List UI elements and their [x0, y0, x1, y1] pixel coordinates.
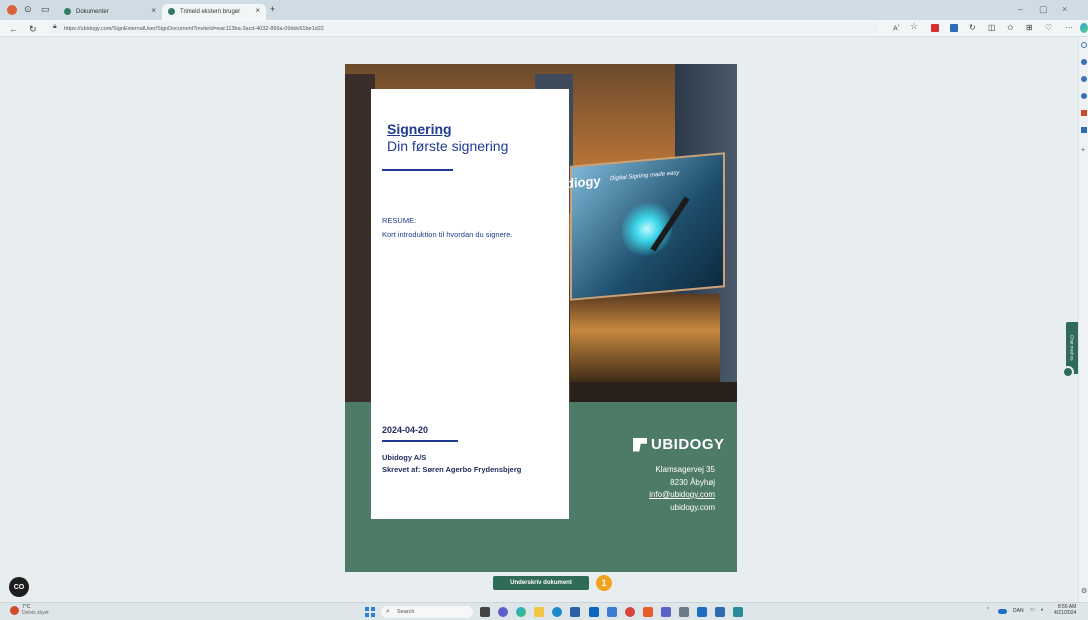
minimize-icon[interactable]: –	[1018, 1, 1023, 17]
app-icon-teal[interactable]	[733, 607, 743, 617]
sidebar-office-icon[interactable]	[1081, 110, 1087, 116]
collections-icon[interactable]: ⊞	[1026, 20, 1033, 36]
tab-label: Dokumenter	[76, 9, 109, 15]
weather-desc: Delvis skyet	[22, 610, 49, 616]
edge-beta-icon[interactable]	[552, 607, 562, 617]
app-icon-orange[interactable]	[643, 607, 653, 617]
read-aloud-icon[interactable]: A›	[893, 23, 900, 32]
file-explorer-icon[interactable]	[534, 607, 544, 617]
task-view-icon[interactable]	[480, 607, 490, 617]
chat-app-icon[interactable]	[498, 607, 508, 617]
weather-widget[interactable]: 7°C Delvis skyet	[10, 604, 49, 616]
edge-app-icon[interactable]	[516, 607, 526, 617]
browser-tab-bar: ⊙ ▭ Dokumenter × Trimeld ekstern bruger …	[0, 0, 1088, 20]
sidebar-games-icon[interactable]	[1081, 93, 1087, 99]
tab-dokumenter[interactable]: Dokumenter ×	[58, 4, 162, 20]
step-badge: 1	[596, 575, 612, 591]
favorite-star-icon[interactable]: ☆	[910, 21, 918, 32]
digital-signing-banner: diogy Digital Signing made easy	[566, 152, 725, 301]
doc-date: 2024-04-20	[382, 425, 429, 435]
banner-brand: diogy	[566, 173, 601, 192]
store-app-icon[interactable]	[570, 607, 580, 617]
website-text: ubidogy.com	[670, 503, 715, 512]
clock[interactable]: 8:55 AM 4/21/2024	[1054, 604, 1076, 616]
refresh-icon[interactable]: ↻	[29, 21, 37, 37]
linkedin-app-icon[interactable]	[589, 607, 599, 617]
browser-essentials-icon[interactable]: ♡	[1045, 20, 1052, 36]
tab-tilmeld[interactable]: Trimeld ekstern bruger ×	[162, 4, 266, 20]
mall-building	[570, 294, 720, 384]
title-divider	[382, 169, 453, 171]
resume-text: Kort introduktion til hvordan du signere…	[382, 230, 513, 239]
profile-avatar-icon[interactable]	[7, 5, 17, 15]
address-line-2: 8230 Åbyhøj	[670, 478, 715, 487]
refresh-extension-icon[interactable]: ↻	[969, 20, 976, 36]
lock-icon: 🔒︎	[53, 23, 57, 30]
edge-sidebar: + ⚙	[1078, 37, 1088, 602]
outlook-app-icon[interactable]	[697, 607, 707, 617]
doc-subtitle: Din første signering	[387, 138, 509, 154]
search-placeholder: Search	[397, 609, 415, 615]
clock-date: 4/21/2024	[1054, 610, 1077, 616]
app-icon-gray[interactable]	[679, 607, 689, 617]
taskbar-search[interactable]: ⌕ Search	[381, 606, 473, 618]
tab-favicon-icon	[64, 8, 71, 15]
tray-overflow-icon[interactable]: ⌃	[986, 607, 990, 613]
chat-bubble-icon[interactable]	[1062, 366, 1074, 378]
back-icon[interactable]: ←	[9, 21, 18, 37]
extension-red-icon[interactable]	[931, 24, 939, 32]
co-button[interactable]: CO	[9, 577, 29, 597]
cover-card: Signering Din første signering RESUME: K…	[371, 89, 569, 519]
document-preview: diogy Digital Signing made easy Signerin…	[345, 64, 737, 572]
display-icon[interactable]: ▭	[1030, 607, 1035, 613]
email-link[interactable]: info@ubidogy.com	[649, 490, 715, 499]
search-icon: ⌕	[386, 608, 390, 615]
sidebar-tools-icon[interactable]	[1081, 76, 1087, 82]
close-tab-icon[interactable]: ×	[255, 6, 260, 15]
split-screen-icon[interactable]: ◫	[988, 20, 996, 36]
date-divider	[382, 440, 458, 442]
sidebar-shopping-icon[interactable]	[1081, 59, 1087, 65]
opera-app-icon[interactable]	[625, 607, 635, 617]
street-light	[570, 382, 737, 402]
banner-tagline: Digital Signing made easy	[610, 170, 680, 183]
company-name: Ubidogy A/S	[382, 453, 427, 462]
sign-document-button[interactable]: Underskriv dokument	[493, 576, 589, 590]
sidebar-settings-icon[interactable]: ⚙	[1081, 587, 1087, 595]
brand-name: UBIDOGY	[651, 436, 725, 453]
language-indicator[interactable]: DAN	[1013, 608, 1024, 614]
workspaces-icon[interactable]: ⊙	[24, 1, 32, 17]
sidebar-outlook-icon[interactable]	[1081, 127, 1087, 133]
ubidogy-logo-icon	[633, 437, 647, 452]
todo-app-icon[interactable]	[607, 607, 617, 617]
start-icon[interactable]	[365, 607, 375, 617]
app-icon-blue[interactable]	[715, 607, 725, 617]
new-tab-button[interactable]: +	[270, 1, 275, 17]
favorites-icon[interactable]: ✩	[1007, 20, 1014, 36]
brand-logo: UBIDOGY	[633, 436, 725, 453]
onedrive-icon[interactable]	[998, 609, 1007, 614]
doc-author: Skrevet af: Søren Agerbo Frydensbjerg	[382, 465, 522, 474]
weather-icon	[10, 605, 19, 615]
windows-taskbar	[0, 602, 1088, 620]
doc-title: Signering	[387, 121, 452, 137]
tab-actions-icon[interactable]: ▭	[41, 1, 50, 17]
sidebar-search-icon[interactable]	[1081, 42, 1087, 48]
volume-icon[interactable]: 🔈︎	[1041, 607, 1044, 613]
sidebar-add-icon[interactable]: +	[1081, 147, 1085, 154]
url-text: https://ubidogy.com/SignExternalUser/Sig…	[64, 25, 324, 32]
close-tab-icon[interactable]: ×	[151, 6, 156, 15]
address-line-1: Klamsagervej 35	[655, 465, 715, 474]
resume-heading: RESUME:	[382, 216, 417, 225]
tab-label: Trimeld ekstern bruger	[180, 9, 241, 15]
maximize-icon[interactable]: ▢	[1039, 1, 1048, 17]
close-window-icon[interactable]: ×	[1062, 1, 1067, 17]
address-bar[interactable]: 🔒︎ https://ubidogy.com/SignExternalUser/…	[48, 22, 878, 35]
tab-favicon-icon	[168, 8, 175, 15]
copilot-icon[interactable]	[1080, 23, 1088, 33]
more-menu-icon[interactable]: ···	[1065, 20, 1073, 36]
teams-app-icon[interactable]	[661, 607, 671, 617]
extension-blue-icon[interactable]	[950, 24, 958, 32]
